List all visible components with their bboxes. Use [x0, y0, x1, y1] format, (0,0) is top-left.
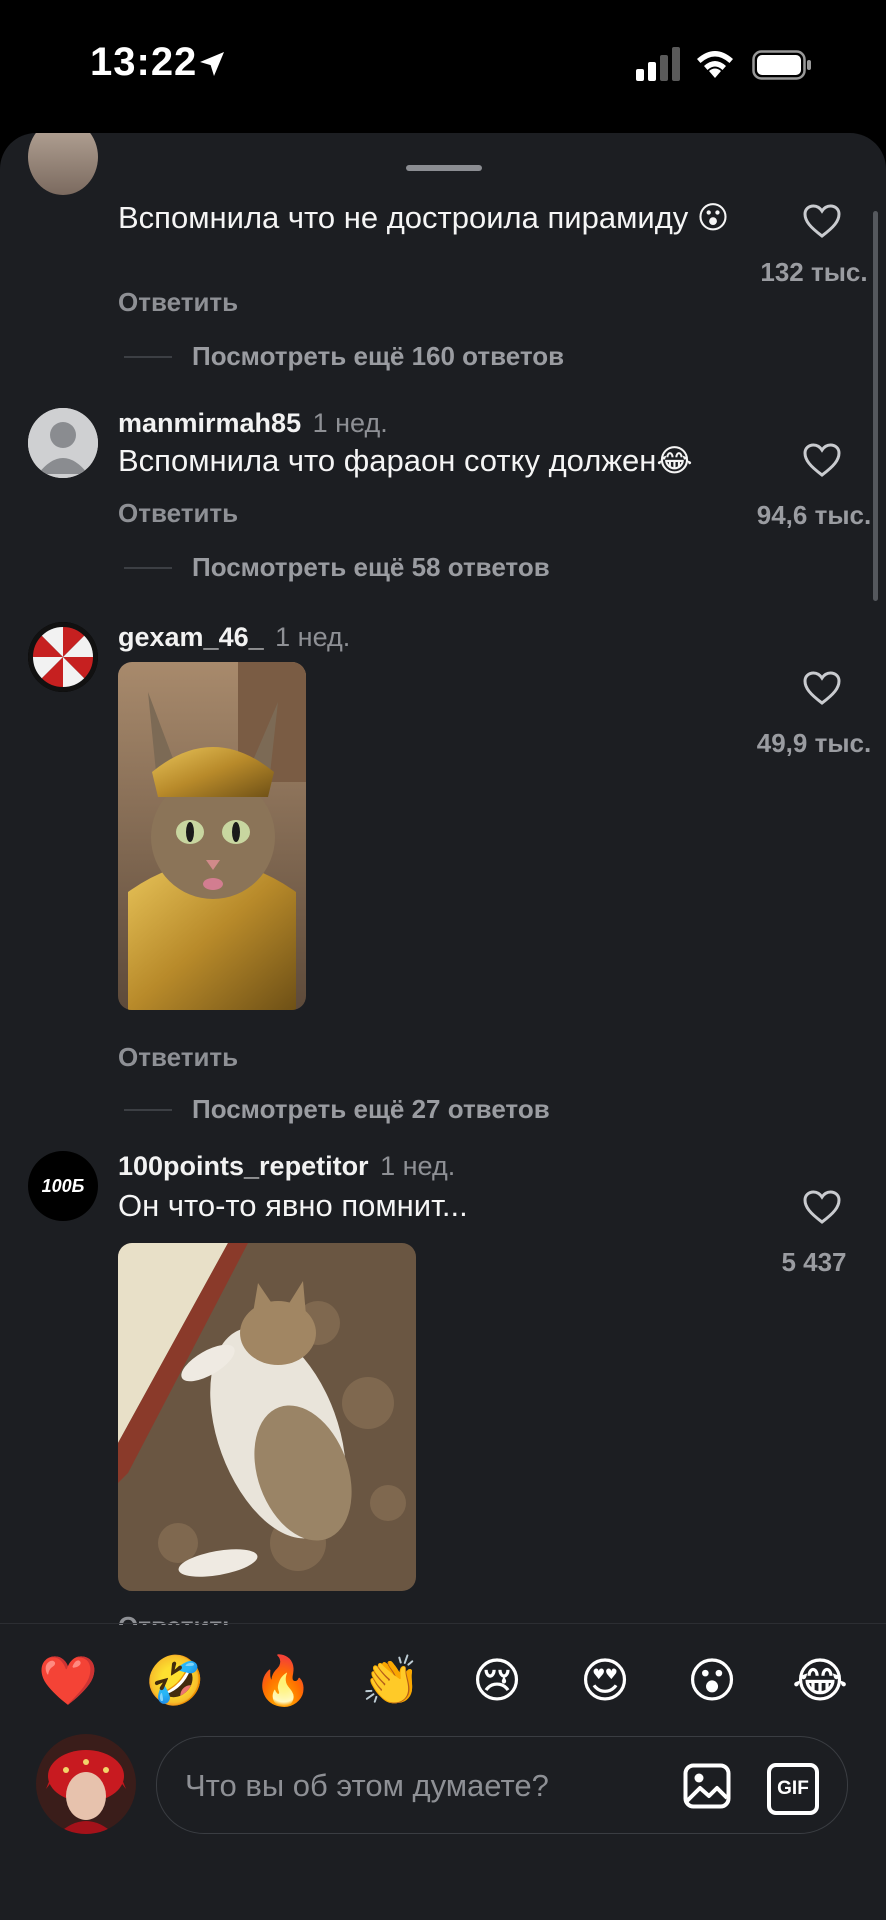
heart-icon[interactable]: [802, 1189, 842, 1225]
reaction-fire[interactable]: 🔥: [253, 1654, 313, 1710]
reaction-wow[interactable]: 😮: [684, 1654, 740, 1710]
comment-header: gexam_46_ 1 нед.: [118, 622, 350, 653]
comment-item: Вспомнила что не достроила пирамиду 😮 От…: [0, 133, 886, 383]
status-bar: 13:22: [0, 0, 886, 130]
reaction-cry[interactable]: 😢: [469, 1654, 525, 1710]
divider-line: [124, 567, 172, 569]
comment-header: manmirmah85 1 нед.: [118, 408, 388, 439]
gif-button[interactable]: GIF: [767, 1763, 819, 1815]
kitten-image: [118, 1243, 416, 1591]
like-count: 132 тыс.: [760, 257, 868, 287]
comment-image-cat-pharaoh[interactable]: [118, 662, 306, 1010]
comment-header: 100points_repetitor 1 нед.: [118, 1151, 455, 1182]
comment-time: 1 нед.: [275, 622, 351, 652]
comment-username[interactable]: manmirmah85: [118, 408, 301, 438]
comment-username[interactable]: 100points_repetitor: [118, 1151, 369, 1181]
scrollbar[interactable]: [873, 211, 878, 601]
reply-button[interactable]: Ответить: [118, 287, 238, 318]
comment-time: 1 нед.: [312, 408, 388, 438]
view-more-replies-label: Посмотреть ещё 58 ответов: [192, 552, 550, 582]
reaction-heart-eyes[interactable]: 😍: [577, 1654, 633, 1710]
like-count: 94,6 тыс.: [756, 500, 872, 530]
comment-image-kitten[interactable]: [118, 1243, 416, 1591]
reply-button[interactable]: Ответить: [118, 1042, 238, 1073]
location-arrow-icon: [200, 52, 224, 76]
umbrella-logo-icon: [28, 622, 98, 692]
status-time: 13:22: [90, 40, 198, 84]
default-user-icon: [28, 408, 98, 478]
heart-icon[interactable]: [802, 203, 842, 239]
comment-item: 100Б 100points_repetitor 1 нед. Он что-т…: [0, 1151, 886, 1625]
comment-input[interactable]: [183, 1761, 647, 1811]
comments-list[interactable]: Вспомнила что не достроила пирамиду 😮 От…: [0, 133, 886, 1625]
view-more-replies-label: Посмотреть ещё 160 ответов: [192, 341, 565, 371]
heart-icon[interactable]: [802, 670, 842, 706]
divider-line: [124, 1109, 172, 1111]
reaction-clap[interactable]: 👏: [361, 1654, 421, 1710]
my-avatar[interactable]: [36, 1734, 136, 1834]
comment-time: 1 нед.: [380, 1151, 456, 1181]
avatar[interactable]: [28, 408, 98, 478]
comment-text: Вспомнила что не достроила пирамиду 😮: [118, 200, 730, 235]
quick-reactions-bar: ❤️ 🤣 🔥 👏 😢 😍 😮 😂: [0, 1623, 886, 1734]
like-count: 49,9 тыс.: [756, 728, 872, 758]
divider-line: [124, 356, 172, 358]
comment-text: Он что-то явно помнит...: [118, 1188, 468, 1223]
battery-icon: [752, 50, 811, 80]
reply-button[interactable]: Ответить: [118, 498, 238, 529]
image-picker-icon[interactable]: [683, 1763, 731, 1809]
avatar[interactable]: [28, 622, 98, 692]
reaction-laugh[interactable]: 😂: [792, 1654, 848, 1710]
like-count: 5 437: [781, 1247, 847, 1277]
wifi-icon: [697, 51, 733, 78]
cellular-signal-icon: [636, 47, 680, 81]
avatar[interactable]: [28, 133, 98, 195]
cat-pharaoh-image: [118, 662, 306, 1010]
comment-text: Вспомнила что фараон сотку должен😂: [118, 443, 693, 478]
profile-photo: [36, 1734, 136, 1834]
heart-icon[interactable]: [802, 442, 842, 478]
avatar-text: 100Б: [41, 1175, 85, 1196]
reaction-rofl[interactable]: 🤣: [145, 1654, 205, 1710]
view-more-replies-label: Посмотреть ещё 27 ответов: [192, 1094, 550, 1124]
comment-username[interactable]: gexam_46_: [118, 622, 264, 652]
reaction-heart[interactable]: ❤️: [38, 1654, 98, 1710]
comment-composer: GIF: [156, 1736, 848, 1834]
avatar[interactable]: 100Б: [28, 1151, 98, 1221]
